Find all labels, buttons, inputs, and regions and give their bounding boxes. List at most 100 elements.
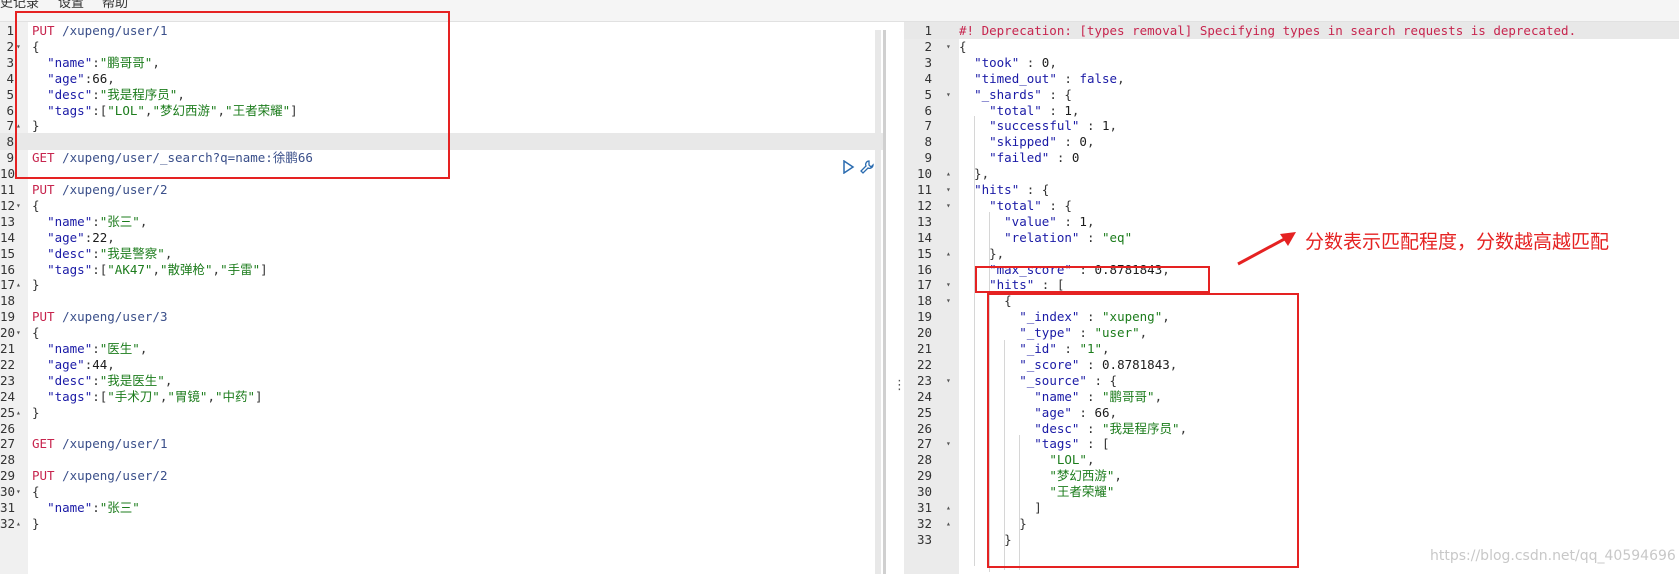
line-number: 3 [924, 54, 932, 70]
line-number: 23 [0, 372, 16, 388]
fold-arrow-down-icon[interactable]: ▾ [946, 276, 951, 293]
line-number: 17 [916, 277, 932, 293]
fold-arrow-down-icon[interactable]: ▾ [946, 197, 951, 214]
code-token: , [1049, 54, 1057, 70]
code-token: "手雷" [220, 261, 261, 277]
code-token: : [92, 213, 100, 229]
line-number: 29 [916, 468, 932, 484]
code-text: PUT /xupeng/user/2 [32, 181, 167, 198]
code-line[interactable]: 20 ▾ { [0, 324, 883, 341]
code-token: "eq" [1102, 229, 1133, 245]
code-text: "timed_out" : false, [959, 70, 1125, 87]
code-line[interactable]: 11 PUT /xupeng/user/2 [0, 181, 883, 198]
line-number: 29 [0, 468, 16, 484]
line-number: 13 [0, 213, 16, 229]
run-request-icon[interactable] [841, 160, 855, 174]
code-token: "tags" [47, 388, 93, 404]
code-line[interactable]: 17 ▴} [0, 276, 883, 293]
fold-arrow-up-icon[interactable]: ▴ [16, 276, 21, 293]
menu-help[interactable]: 帮助 [102, 0, 128, 11]
line-number: 27 [916, 436, 932, 452]
fold-arrow-up-icon[interactable]: ▴ [946, 245, 951, 262]
line-number: 14 [916, 229, 932, 245]
code-token: }, [959, 245, 1005, 261]
menu-settings[interactable]: 设置 [58, 0, 84, 11]
fold-arrow-down-icon[interactable]: ▾ [946, 181, 951, 198]
fold-arrow-up-icon[interactable]: ▴ [16, 515, 21, 532]
code-line[interactable]: 31 "name":"张三" [0, 499, 883, 516]
highlight-box-request [15, 11, 450, 179]
code-line[interactable]: 18 [0, 292, 883, 309]
menu-history[interactable]: 史记录 [0, 0, 39, 11]
code-token: { [32, 197, 40, 213]
code-token: "胃镜" [167, 388, 208, 404]
wrench-icon[interactable] [860, 160, 874, 174]
code-line: 7 "successful" : 1, [904, 117, 1679, 134]
line-number: 23 [916, 372, 932, 388]
code-token: "张三" [99, 213, 140, 229]
line-number: 5 [6, 86, 14, 102]
line-number: 24 [0, 388, 16, 404]
code-token: } [32, 404, 40, 420]
line-number: 12 [0, 197, 16, 213]
line-number: 21 [916, 341, 932, 356]
fold-arrow-down-icon[interactable]: ▾ [946, 372, 951, 389]
code-token: "AK47" [107, 261, 153, 277]
code-token: }, [959, 166, 990, 182]
fold-arrow-down-icon[interactable]: ▾ [16, 197, 21, 214]
fold-arrow-down-icon[interactable]: ▾ [946, 292, 951, 309]
code-line[interactable]: 28 [0, 451, 883, 468]
code-line[interactable]: 12 ▾ { [0, 197, 883, 214]
line-number: 15 [0, 245, 16, 261]
code-line[interactable]: 14 "age":22, [0, 229, 883, 246]
code-line[interactable]: 23 "desc":"我是医生", [0, 372, 883, 389]
fold-arrow-up-icon[interactable]: ▴ [946, 165, 951, 182]
line-number: 3 [6, 54, 14, 70]
pane-divider[interactable] [883, 30, 886, 574]
code-line[interactable]: 13 "name":"张三", [0, 213, 883, 230]
code-line[interactable]: 30 ▾ { [0, 483, 883, 500]
code-line[interactable]: 15 "desc":"我是警察", [0, 245, 883, 262]
code-line[interactable]: 21 "name":"医生", [0, 340, 883, 357]
fold-arrow-up-icon[interactable]: ▴ [946, 515, 951, 532]
fold-arrow-down-icon[interactable]: ▾ [16, 483, 21, 500]
code-token: 44 [92, 356, 108, 372]
line-number: 9 [6, 150, 14, 166]
fold-arrow-down-icon[interactable]: ▾ [946, 86, 951, 103]
code-line[interactable]: 19 PUT /xupeng/user/3 [0, 308, 883, 325]
code-line[interactable]: 26 [0, 420, 883, 437]
code-line[interactable]: 24 "tags":["手术刀","胃镜","中药"] [0, 388, 883, 405]
code-token: "skipped" [989, 134, 1057, 150]
code-token: : [1079, 118, 1102, 134]
fold-arrow-down-icon[interactable]: ▾ [16, 324, 21, 341]
request-scrollbar[interactable] [875, 30, 881, 574]
fold-arrow-down-icon[interactable]: ▾ [946, 435, 951, 452]
fold-arrow-up-icon[interactable]: ▴ [946, 499, 951, 516]
code-token: "散弹枪" [159, 261, 213, 277]
fold-arrow-up-icon[interactable]: ▴ [16, 404, 21, 421]
code-text: "age":22, [32, 229, 115, 246]
fold-arrow-down-icon[interactable]: ▾ [946, 38, 951, 55]
line-number: 20 [916, 325, 932, 341]
code-line[interactable]: 22 "age":44, [0, 356, 883, 373]
code-line[interactable]: 29 PUT /xupeng/user/2 [0, 467, 883, 484]
code-token: "relation" [1004, 229, 1080, 245]
line-number: 27 [0, 436, 16, 452]
code-line[interactable]: 27 GET /xupeng/user/1 [0, 435, 883, 452]
code-line[interactable]: 32 ▴} [0, 515, 883, 532]
code-token: : [92, 500, 100, 515]
code-text: "name":"张三" [32, 499, 140, 516]
code-token: , [207, 388, 215, 404]
code-line[interactable]: 16 "tags":["AK47","散弹枪","手雷"] [0, 261, 883, 278]
line-number: 11 [0, 182, 16, 197]
code-line[interactable]: 25 ▴} [0, 404, 883, 421]
line-number: 7 [6, 118, 14, 134]
